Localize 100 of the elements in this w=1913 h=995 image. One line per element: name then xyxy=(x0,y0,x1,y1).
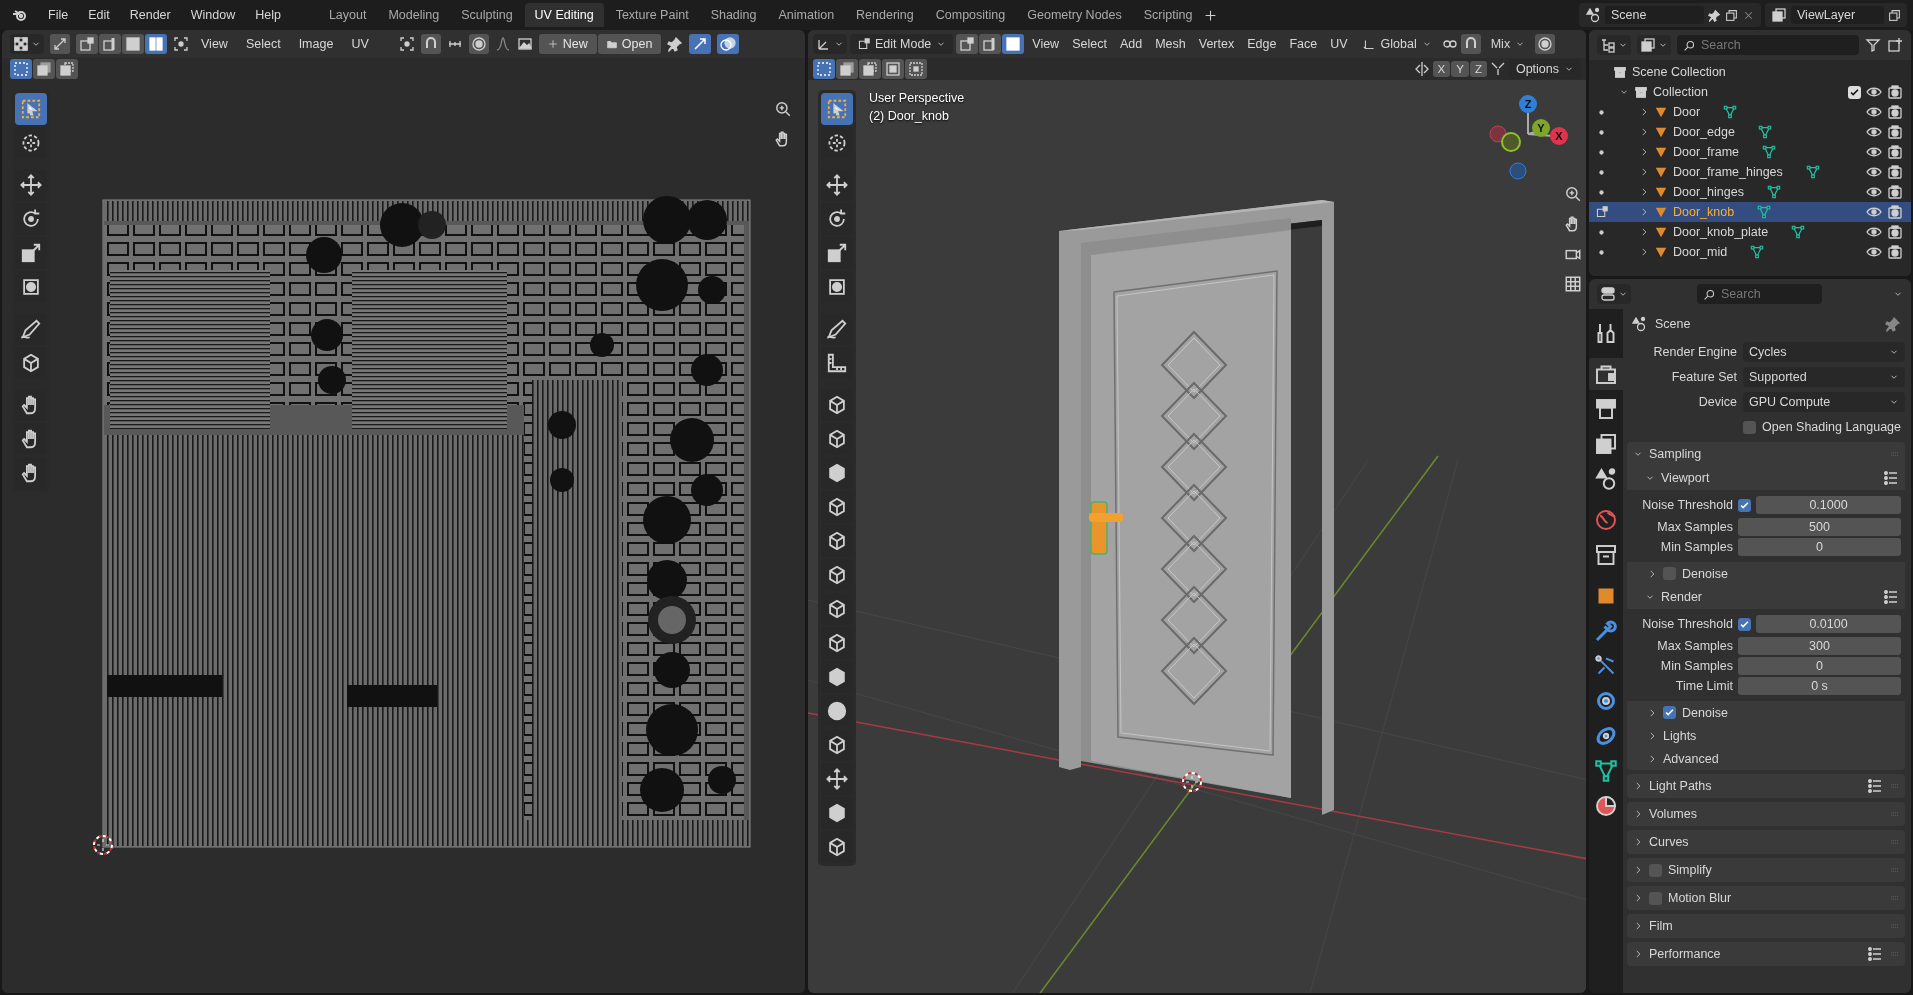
filter-icon[interactable] xyxy=(1865,37,1881,53)
search-field[interactable]: Search xyxy=(1697,284,1822,304)
header-menu[interactable]: Mesh xyxy=(1150,35,1191,53)
mesh-icon[interactable] xyxy=(1791,225,1806,239)
presets-icon[interactable] xyxy=(1883,470,1899,486)
workspace-tab[interactable]: Scripting xyxy=(1133,3,1203,27)
editor-type-button[interactable] xyxy=(1597,35,1631,55)
falloff-dropdown[interactable]: Mix xyxy=(1483,34,1533,54)
select-mode-icon[interactable] xyxy=(979,34,1002,54)
presets-icon[interactable] xyxy=(1867,778,1883,794)
menu-item[interactable]: Render xyxy=(121,5,179,25)
tree-item[interactable]: Collection xyxy=(1653,85,1708,99)
chevron-icon[interactable] xyxy=(1647,568,1657,579)
workspace-tab[interactable]: Modeling xyxy=(378,3,450,27)
cursor-icon[interactable] xyxy=(1182,772,1202,792)
zoom-icon[interactable] xyxy=(1564,185,1582,203)
chevron-icon[interactable] xyxy=(1647,730,1657,741)
selection-mode-icon[interactable] xyxy=(33,59,55,79)
header-menu[interactable]: View xyxy=(1027,35,1065,53)
view-layer-selector[interactable]: ViewLayer xyxy=(1765,3,1907,27)
selection-mode-icon[interactable] xyxy=(56,59,78,79)
subpanel-header[interactable]: Denoise xyxy=(1682,566,1728,581)
chevron-icon[interactable] xyxy=(1633,865,1643,875)
checkbox[interactable] xyxy=(1738,498,1751,512)
workspace-tab[interactable]: Sculpting xyxy=(451,3,523,27)
header-menu[interactable]: Select xyxy=(1067,35,1112,53)
header-menu[interactable]: UV xyxy=(345,35,375,53)
number-field[interactable]: 0 s xyxy=(1738,677,1901,695)
sticky-select-icon[interactable] xyxy=(173,36,189,52)
tree-item[interactable]: Door xyxy=(1673,105,1701,119)
header-menu[interactable]: Select xyxy=(239,35,287,53)
snap-icon[interactable] xyxy=(420,34,441,54)
chevron-icon[interactable] xyxy=(1633,809,1643,819)
new-image-button[interactable]: New xyxy=(538,34,597,54)
header-menu[interactable]: View xyxy=(195,35,234,53)
camera-icon[interactable] xyxy=(1887,104,1903,120)
camera-icon[interactable] xyxy=(1887,124,1903,140)
new-collection-icon[interactable] xyxy=(1887,37,1903,53)
editor-type-button[interactable] xyxy=(1597,284,1631,304)
tree-item[interactable]: Door_knob xyxy=(1673,205,1735,219)
panel-header[interactable]: Performance xyxy=(1649,947,1721,961)
cursor-icon[interactable] xyxy=(93,835,113,855)
chevron-icon[interactable] xyxy=(1633,921,1643,931)
select-mode-icon[interactable] xyxy=(145,34,167,54)
number-field[interactable]: 0.0100 xyxy=(1756,615,1901,633)
proportional-edit-icon[interactable] xyxy=(1535,34,1556,54)
mesh-icon[interactable] xyxy=(1757,125,1772,139)
menu-item[interactable]: Window xyxy=(182,5,244,25)
number-field[interactable]: 500 xyxy=(1738,518,1901,536)
axis-toggle[interactable]: Y xyxy=(1451,61,1469,77)
chevron-icon[interactable] xyxy=(1647,707,1657,718)
header-menu[interactable]: Face xyxy=(1284,35,1323,53)
camera-icon[interactable] xyxy=(1589,358,1624,390)
camera-icon[interactable] xyxy=(1887,224,1903,240)
subpanel-header[interactable]: Denoise xyxy=(1682,705,1728,720)
checkbox[interactable] xyxy=(1649,891,1662,905)
panel-header[interactable]: Light Paths xyxy=(1649,779,1712,793)
copy-icon[interactable] xyxy=(1888,8,1901,22)
select-mode-icon[interactable] xyxy=(122,34,144,54)
pin-icon[interactable] xyxy=(667,36,684,52)
selection-mode-icon[interactable] xyxy=(859,59,881,79)
select-mode-icon[interactable] xyxy=(99,34,121,54)
axis-toggle[interactable]: Z xyxy=(1469,61,1487,77)
selection-mode-icon[interactable] xyxy=(882,59,904,79)
mesh-icon[interactable] xyxy=(1805,165,1820,179)
checkbox[interactable] xyxy=(1663,706,1676,719)
pivot-icon[interactable] xyxy=(398,36,415,52)
panel-header[interactable]: Sampling xyxy=(1649,447,1702,461)
orientation-dropdown[interactable]: Global xyxy=(1355,34,1439,54)
select-mode-icon[interactable] xyxy=(956,34,979,54)
selection-mode-icon[interactable] xyxy=(10,59,32,79)
menu-item[interactable]: Edit xyxy=(80,5,118,25)
number-field[interactable]: 0 xyxy=(1738,657,1901,675)
overlay-toggle-icon[interactable] xyxy=(717,34,740,54)
panel-header[interactable]: Curves xyxy=(1649,835,1689,849)
header-menu[interactable]: Add xyxy=(1114,35,1148,53)
header-menu[interactable]: Vertex xyxy=(1193,35,1240,53)
chevron-icon[interactable] xyxy=(1647,753,1657,764)
mesh-icon[interactable] xyxy=(1757,205,1772,219)
dropdown[interactable]: GPU Compute xyxy=(1743,392,1905,412)
checkbox[interactable] xyxy=(1743,420,1756,434)
tree-item[interactable]: Door_hinges xyxy=(1673,185,1744,199)
mesh-icon[interactable] xyxy=(1762,145,1776,159)
tree-item[interactable]: Scene Collection xyxy=(1632,65,1726,79)
subpanel-header[interactable]: Render xyxy=(1661,590,1702,604)
select-mode-icon[interactable] xyxy=(76,34,98,54)
grid-icon[interactable] xyxy=(1564,275,1582,293)
door-drawing[interactable] xyxy=(1059,200,1334,815)
subpanel-header[interactable]: Lights xyxy=(1663,728,1697,743)
auto-merge-icon[interactable] xyxy=(1489,61,1506,77)
workspace-tab[interactable]: Shading xyxy=(700,3,767,27)
menu-item[interactable]: Help xyxy=(247,5,289,25)
select-mode-icon[interactable] xyxy=(1002,34,1025,54)
zoom-icon[interactable] xyxy=(774,100,792,118)
panel-header[interactable]: Volumes xyxy=(1649,807,1697,821)
open-image-button[interactable]: Open xyxy=(597,34,662,54)
camera-icon[interactable] xyxy=(1887,84,1903,100)
workspace-tab[interactable]: Texture Paint xyxy=(605,3,699,27)
header-menu[interactable]: Image xyxy=(292,35,340,53)
mesh-icon[interactable] xyxy=(1750,245,1765,259)
